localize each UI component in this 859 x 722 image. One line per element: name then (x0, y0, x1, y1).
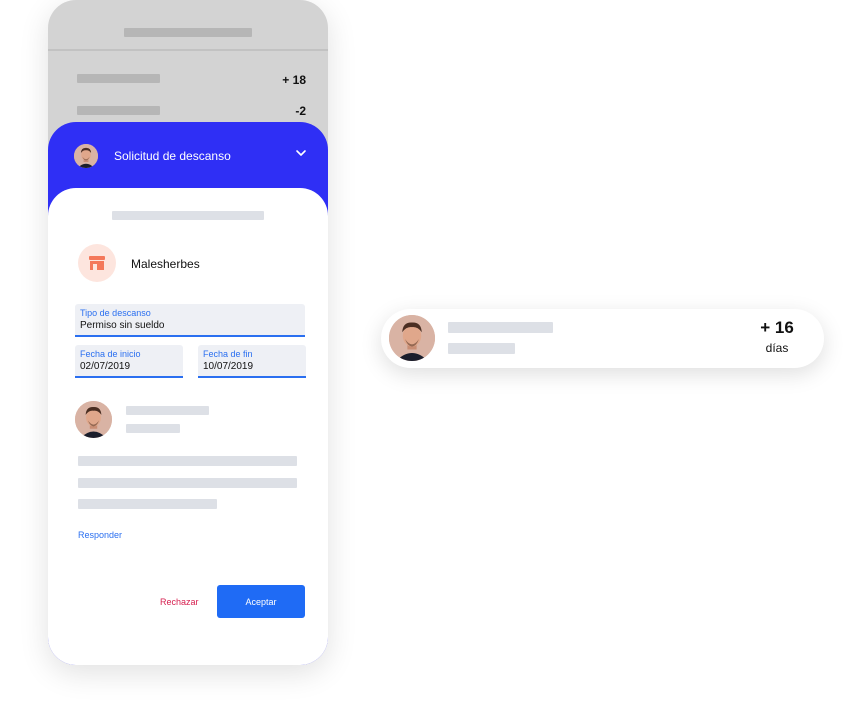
avatar (74, 144, 98, 168)
end-date-field[interactable]: Fecha de fin 10/07/2019 (198, 345, 306, 378)
field-value: 02/07/2019 (80, 361, 131, 372)
chevron-down-icon[interactable] (294, 146, 308, 160)
avatar (75, 401, 112, 438)
placeholder-row-label (77, 106, 160, 115)
avatar (389, 315, 435, 361)
sheet-title: Solicitud de descanso (114, 149, 231, 163)
divider (48, 49, 328, 51)
phone-mockup: + 18 -2 Solicitud de descanso Malesherbe… (48, 0, 328, 665)
leave-type-field[interactable]: Tipo de descanso Permiso sin sueldo (75, 304, 305, 337)
placeholder-text-line (78, 499, 217, 509)
placeholder-row-label (77, 74, 160, 83)
request-sheet: Solicitud de descanso Malesherbes Tipo d… (48, 122, 328, 665)
field-label: Fecha de fin (203, 349, 253, 359)
store-badge (78, 244, 116, 282)
field-value: Permiso sin sueldo (80, 320, 165, 331)
field-value: 10/07/2019 (203, 361, 254, 372)
placeholder-subtitle (112, 211, 264, 220)
balance-unit: días (765, 341, 789, 355)
reply-link[interactable]: Responder (78, 530, 122, 540)
background-count: + 18 (282, 73, 306, 87)
store-icon (89, 256, 105, 270)
background-count: -2 (295, 104, 306, 118)
reject-button[interactable]: Rechazar (160, 597, 199, 607)
accept-button[interactable]: Aceptar (217, 585, 305, 618)
field-label: Tipo de descanso (80, 308, 151, 318)
placeholder-text-line (78, 456, 297, 466)
store-name: Malesherbes (131, 257, 200, 271)
request-card: Malesherbes Tipo de descanso Permiso sin… (48, 188, 328, 665)
balance-card: + 16 días (381, 309, 824, 368)
placeholder-name (126, 406, 209, 415)
request-header[interactable]: Solicitud de descanso (48, 122, 328, 188)
balance-value: + 16 (760, 318, 794, 337)
field-label: Fecha de inicio (80, 349, 141, 359)
placeholder-name (448, 322, 553, 333)
placeholder-text-line (78, 478, 297, 488)
placeholder-title (124, 28, 252, 37)
placeholder-role (126, 424, 180, 433)
placeholder-subtitle (448, 343, 515, 354)
start-date-field[interactable]: Fecha de inicio 02/07/2019 (75, 345, 183, 378)
